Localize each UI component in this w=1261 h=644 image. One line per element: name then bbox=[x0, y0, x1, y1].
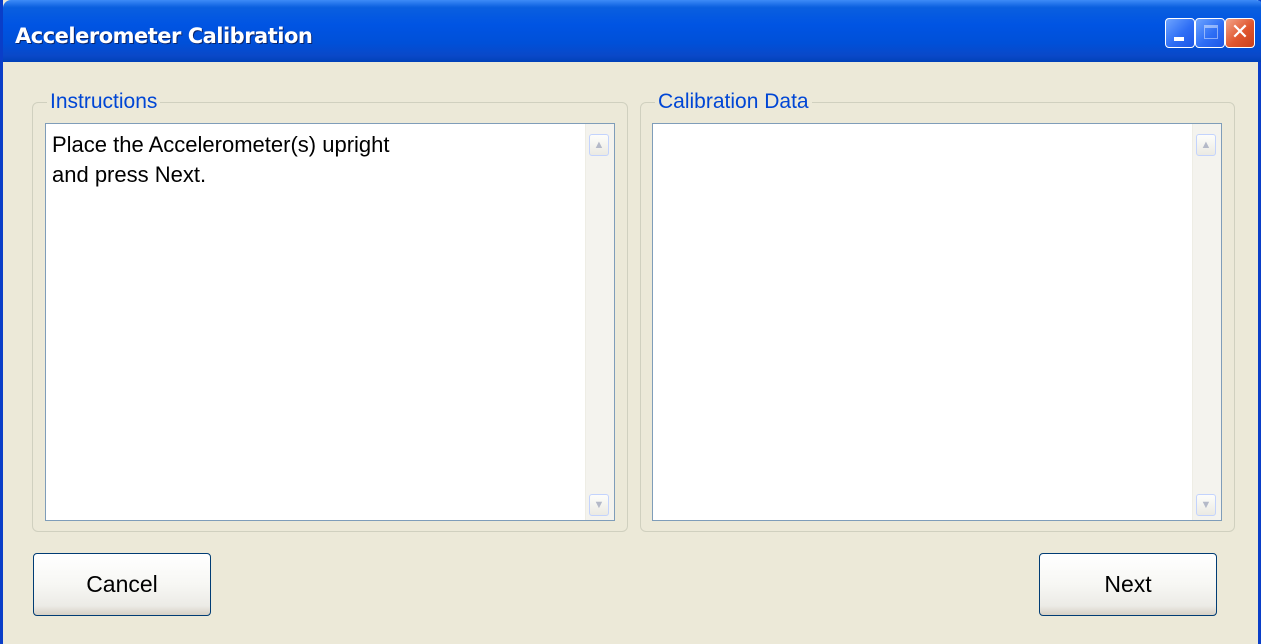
close-icon: ✕ bbox=[1230, 20, 1250, 45]
calibration-data-group: Calibration Data ▲ ▼ bbox=[640, 89, 1235, 532]
scroll-down-arrow-icon[interactable]: ▼ bbox=[1196, 494, 1216, 516]
instructions-text: Place the Accelerometer(s) upright and p… bbox=[52, 130, 574, 190]
window-title: Accelerometer Calibration bbox=[15, 24, 313, 48]
instructions-textbox[interactable]: Place the Accelerometer(s) upright and p… bbox=[45, 123, 615, 521]
calibration-data-group-label: Calibration Data bbox=[655, 89, 812, 115]
scroll-up-arrow-icon[interactable]: ▲ bbox=[589, 134, 609, 156]
instructions-group-label: Instructions bbox=[47, 89, 161, 115]
calibration-data-scrollbar[interactable]: ▲ ▼ bbox=[1192, 124, 1221, 520]
maximize-icon bbox=[1204, 25, 1218, 39]
instructions-scrollbar[interactable]: ▲ ▼ bbox=[585, 124, 614, 520]
next-button[interactable]: Next bbox=[1039, 553, 1217, 616]
instructions-group: Instructions Place the Accelerometer(s) … bbox=[32, 89, 628, 532]
title-bar[interactable]: Accelerometer Calibration ✕ bbox=[3, 0, 1261, 62]
instructions-line: Place the Accelerometer(s) upright bbox=[52, 132, 390, 157]
instructions-line: and press Next. bbox=[52, 162, 207, 187]
minimize-button[interactable] bbox=[1165, 18, 1195, 48]
scroll-down-arrow-icon[interactable]: ▼ bbox=[589, 494, 609, 516]
calibration-data-textbox[interactable]: ▲ ▼ bbox=[652, 123, 1222, 521]
close-button[interactable]: ✕ bbox=[1225, 18, 1255, 48]
maximize-button bbox=[1195, 18, 1225, 48]
calibration-window: Accelerometer Calibration ✕ Instructions… bbox=[0, 0, 1261, 644]
minimize-icon bbox=[1174, 37, 1184, 41]
cancel-button[interactable]: Cancel bbox=[33, 553, 211, 616]
scroll-up-arrow-icon[interactable]: ▲ bbox=[1196, 134, 1216, 156]
